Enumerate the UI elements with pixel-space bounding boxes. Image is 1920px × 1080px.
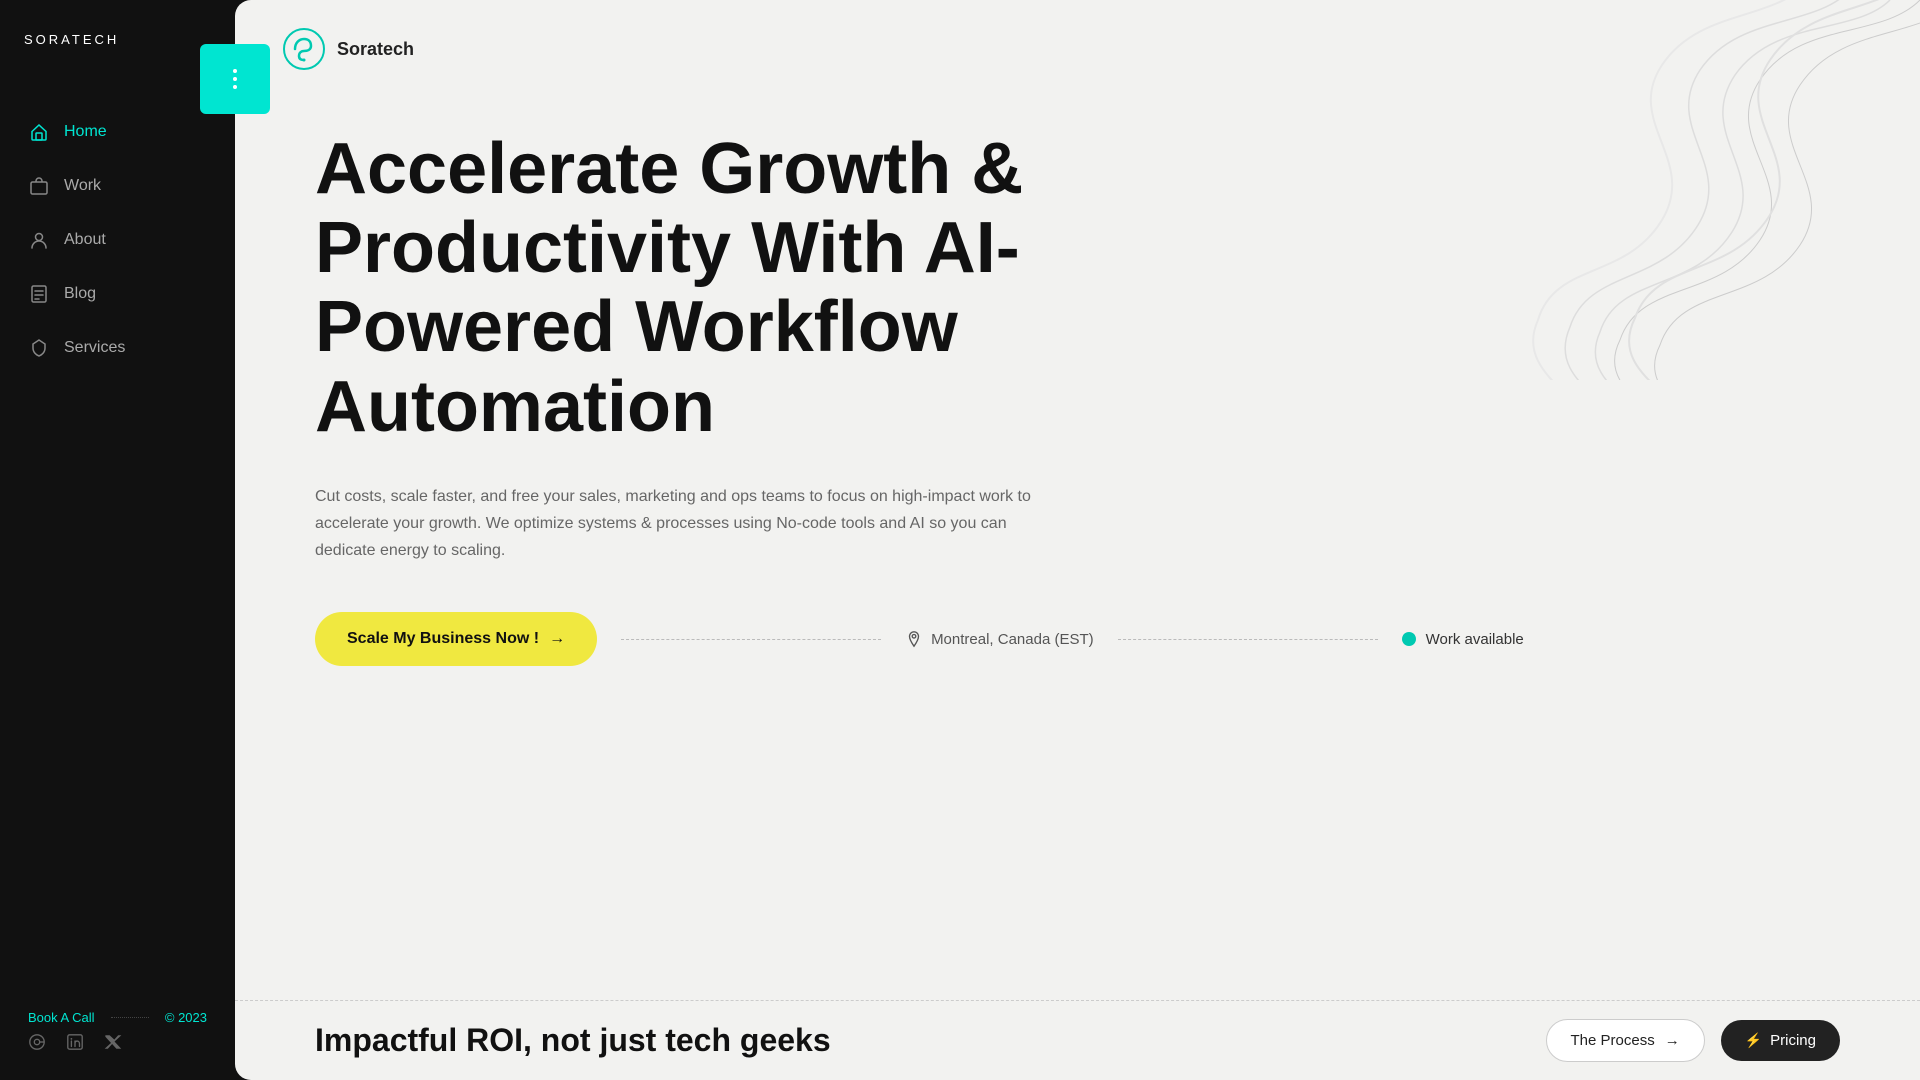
about-icon bbox=[28, 229, 50, 251]
cta-label: Scale My Business Now ! bbox=[347, 630, 539, 648]
arrow-icon: → bbox=[549, 630, 565, 648]
work-icon bbox=[28, 175, 50, 197]
topnav-logo: Soratech bbox=[283, 28, 414, 70]
dot1 bbox=[233, 69, 237, 73]
sidebar-item-blog-label: Blog bbox=[64, 285, 96, 303]
sidebar-brand: SORATECH bbox=[0, 0, 143, 87]
hero-title: Accelerate Growth & Productivity With AI… bbox=[315, 130, 1075, 447]
cta-divider-1 bbox=[621, 639, 881, 640]
pricing-button[interactable]: ⚡ Pricing bbox=[1721, 1020, 1840, 1061]
sidebar-nav: Home Work About bbox=[0, 87, 235, 393]
cta-button[interactable]: Scale My Business Now ! → bbox=[315, 612, 597, 666]
main-content: Soratech Accelerate Growth & Productivit… bbox=[235, 0, 1920, 1080]
sidebar-item-about[interactable]: About bbox=[0, 215, 235, 265]
soratech-logo-icon bbox=[283, 28, 325, 70]
pricing-label: Pricing bbox=[1770, 1032, 1816, 1049]
bolt-icon: ⚡ bbox=[1745, 1032, 1762, 1049]
sidebar-item-blog[interactable]: Blog bbox=[0, 269, 235, 319]
sidebar-item-services[interactable]: Services bbox=[0, 323, 235, 373]
linkedin-icon[interactable] bbox=[66, 1033, 84, 1056]
menu-toggle-button[interactable] bbox=[200, 44, 270, 114]
cta-row: Scale My Business Now ! → Montreal, Cana… bbox=[315, 612, 1840, 666]
availability-indicator bbox=[1402, 632, 1416, 646]
dot2 bbox=[233, 77, 237, 81]
book-call-link[interactable]: Book A Call © 2023 bbox=[28, 1010, 207, 1025]
bottom-tagline: Impactful ROI, not just tech geeks bbox=[315, 1022, 831, 1059]
topnav-brand-label: Soratech bbox=[337, 39, 414, 60]
twitter-icon[interactable] bbox=[104, 1033, 122, 1056]
location-icon bbox=[905, 630, 923, 648]
sidebar-bottom: Book A Call © 2023 bbox=[0, 986, 235, 1080]
services-icon bbox=[28, 337, 50, 359]
hero-subtitle: Cut costs, scale faster, and free your s… bbox=[315, 483, 1035, 565]
sidebar: SORATECH Home bbox=[0, 0, 235, 1080]
availability-badge: Work available bbox=[1402, 631, 1524, 648]
dot3 bbox=[233, 85, 237, 89]
sidebar-item-work[interactable]: Work bbox=[0, 161, 235, 211]
home-icon bbox=[28, 121, 50, 143]
cta-divider-2 bbox=[1118, 639, 1378, 640]
email-icon[interactable] bbox=[28, 1033, 46, 1056]
topnav: Soratech bbox=[235, 0, 1920, 70]
process-label: The Process bbox=[1571, 1032, 1655, 1049]
social-icons bbox=[28, 1033, 207, 1056]
location-text: Montreal, Canada (EST) bbox=[931, 631, 1094, 648]
hero-section: Accelerate Growth & Productivity With AI… bbox=[235, 70, 1920, 1000]
the-process-button[interactable]: The Process → bbox=[1546, 1019, 1705, 1062]
sidebar-item-work-label: Work bbox=[64, 177, 101, 195]
availability-text: Work available bbox=[1426, 631, 1524, 648]
bottom-actions: The Process → ⚡ Pricing bbox=[1546, 1019, 1841, 1062]
blog-icon bbox=[28, 283, 50, 305]
process-arrow-icon: → bbox=[1665, 1032, 1680, 1049]
sidebar-item-home-label: Home bbox=[64, 123, 107, 141]
bottom-strip: Impactful ROI, not just tech geeks The P… bbox=[235, 1000, 1920, 1080]
sidebar-item-home[interactable]: Home bbox=[0, 107, 235, 157]
sidebar-item-services-label: Services bbox=[64, 339, 125, 357]
location-badge: Montreal, Canada (EST) bbox=[905, 630, 1094, 648]
sidebar-item-about-label: About bbox=[64, 231, 106, 249]
